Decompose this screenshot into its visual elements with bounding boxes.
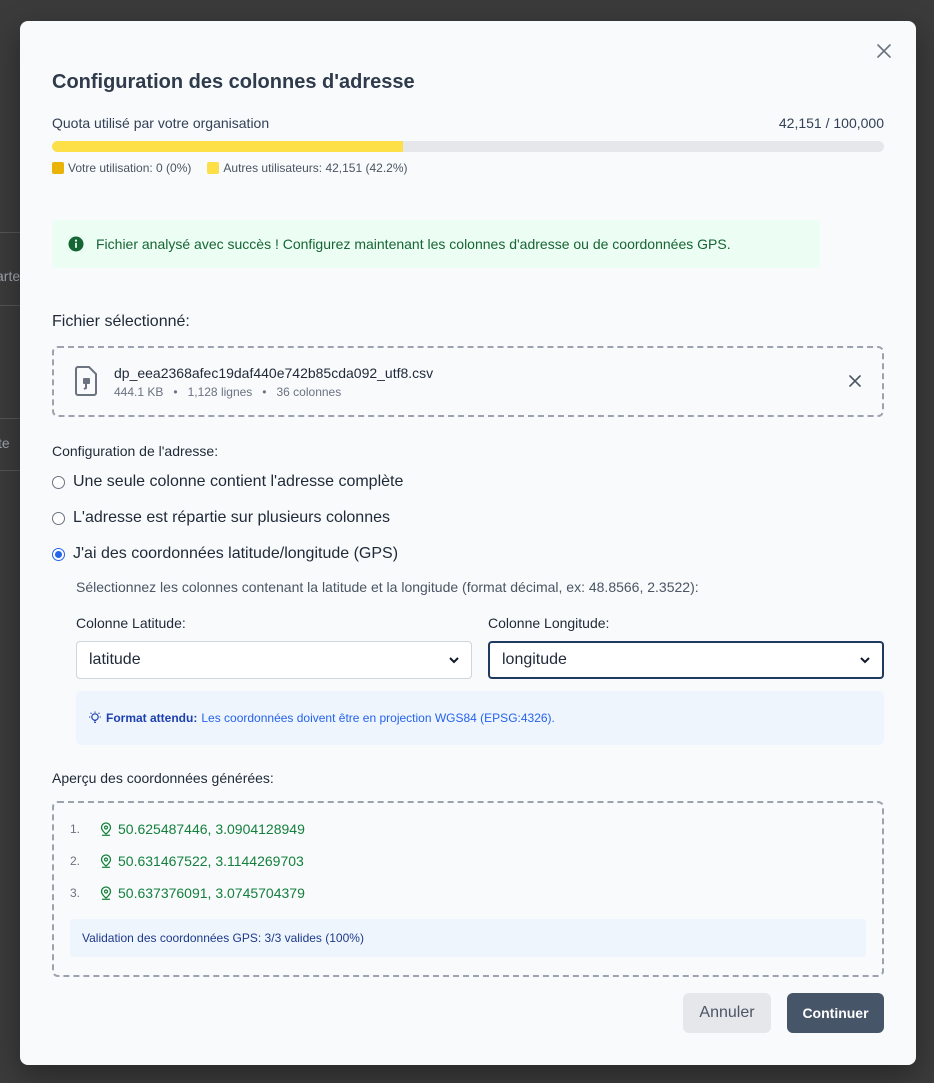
file-size: 444.1 KB	[114, 385, 164, 399]
background-divider	[0, 470, 20, 471]
legend-others-swatch	[207, 162, 220, 174]
quota-value: 42,151 / 100,000	[778, 115, 884, 131]
item-number: 1.	[70, 822, 81, 836]
background-divider	[0, 418, 20, 419]
selected-file-card: dp_eea2368afec19daf440e742b85cda092_utf8…	[52, 346, 884, 417]
item-number: 3.	[70, 886, 81, 900]
cancel-button[interactable]: Annuler	[683, 993, 771, 1033]
map-pin-icon	[100, 886, 112, 900]
map-pin-icon	[100, 822, 112, 836]
radio-button[interactable]	[52, 475, 65, 489]
coordinate-value: 50.637376091, 3.0745704379	[118, 885, 305, 901]
radio-button[interactable]	[52, 511, 65, 525]
legend-own-usage: Votre utilisation: 0 (0%)	[52, 161, 191, 175]
close-icon	[849, 375, 861, 387]
background-text-fragment: te	[0, 435, 10, 451]
longitude-column-select[interactable]: longitude	[488, 641, 884, 679]
gps-hint-text: Sélectionnez les colonnes contenant la l…	[76, 579, 699, 595]
format-title: Format attendu:	[106, 711, 198, 725]
selected-file-label: Fichier sélectionné:	[52, 313, 190, 330]
meta-separator: •	[262, 385, 267, 399]
close-modal-button[interactable]	[874, 41, 894, 61]
validation-status: Validation des coordonnées GPS: 3/3 vali…	[70, 919, 866, 957]
chevron-down-icon	[449, 656, 459, 663]
coordinate-value: 50.631467522, 3.1144269703	[118, 853, 304, 869]
chevron-down-icon	[860, 656, 870, 663]
background-text-fragment: arte	[0, 268, 21, 284]
format-info-box: Format attendu: Les coordonnées doivent …	[76, 691, 884, 745]
preview-label: Aperçu des coordonnées générées:	[52, 770, 274, 786]
format-text: Les coordonnées doivent être en projecti…	[201, 711, 555, 725]
list-item: 1. 50.625487446, 3.0904128949	[70, 821, 305, 837]
radio-label: Une seule colonne contient l'adresse com…	[73, 473, 404, 490]
longitude-column-label: Colonne Longitude:	[488, 615, 610, 631]
legend-own-swatch	[52, 162, 64, 174]
list-item: 2. 50.631467522, 3.1144269703	[70, 853, 304, 869]
quota-legend: Votre utilisation: 0 (0%) Autres utilisa…	[52, 161, 408, 175]
success-alert: Fichier analysé avec succès ! Configurez…	[52, 220, 820, 268]
modal-title: Configuration des colonnes d'adresse	[52, 71, 415, 93]
quota-progress-bar	[52, 141, 884, 152]
file-meta: 444.1 KB • 1,128 lignes • 36 colonnes	[114, 385, 341, 399]
alert-text: Fichier analysé avec succès ! Configurez…	[96, 236, 731, 252]
latitude-column-select[interactable]: latitude	[76, 641, 472, 679]
latitude-selected-value: latitude	[89, 651, 141, 668]
radio-gps-coordinates[interactable]: J'ai des coordonnées latitude/longitude …	[52, 545, 398, 563]
longitude-selected-value: longitude	[502, 651, 567, 668]
file-icon	[75, 366, 97, 396]
latitude-column-label: Colonne Latitude:	[76, 615, 186, 631]
file-row-count: 1,128 lignes	[187, 385, 253, 399]
meta-separator: •	[173, 385, 178, 399]
continue-button[interactable]: Continuer	[787, 993, 884, 1033]
quota-label: Quota utilisé par votre organisation	[52, 115, 270, 131]
file-column-count: 36 colonnes	[276, 385, 342, 399]
map-pin-icon	[100, 854, 112, 868]
legend-others-text: Autres utilisateurs: 42,151 (42.2%)	[223, 161, 408, 175]
list-item: 3. 50.637376091, 3.0745704379	[70, 885, 305, 901]
legend-own-text: Votre utilisation: 0 (0%)	[68, 161, 192, 175]
radio-label: L'adresse est répartie sur plusieurs col…	[73, 509, 390, 526]
quota-row: Quota utilisé par votre organisation 42,…	[52, 115, 884, 131]
radio-label: J'ai des coordonnées latitude/longitude …	[73, 545, 399, 562]
remove-file-button[interactable]	[848, 374, 862, 393]
lightbulb-icon	[89, 711, 101, 723]
file-name: dp_eea2368afec19daf440e742b85cda092_utf8…	[114, 365, 434, 381]
background-divider	[0, 305, 20, 306]
radio-button[interactable]	[52, 547, 65, 561]
quota-progress-fill	[52, 141, 403, 152]
close-icon	[877, 44, 891, 58]
coordinates-preview: 1. 50.625487446, 3.0904128949 2. 50.6314…	[52, 801, 884, 977]
legend-others-usage: Autres utilisateurs: 42,151 (42.2%)	[207, 161, 408, 175]
radio-single-column[interactable]: Une seule colonne contient l'adresse com…	[52, 473, 403, 491]
address-config-modal: Configuration des colonnes d'adresse Quo…	[20, 21, 916, 1065]
background-divider	[0, 232, 20, 233]
item-number: 2.	[70, 854, 81, 868]
radio-multiple-columns[interactable]: L'adresse est répartie sur plusieurs col…	[52, 509, 390, 527]
coordinate-value: 50.625487446, 3.0904128949	[118, 821, 305, 837]
info-icon	[68, 236, 84, 252]
address-config-label: Configuration de l'adresse:	[52, 443, 219, 459]
